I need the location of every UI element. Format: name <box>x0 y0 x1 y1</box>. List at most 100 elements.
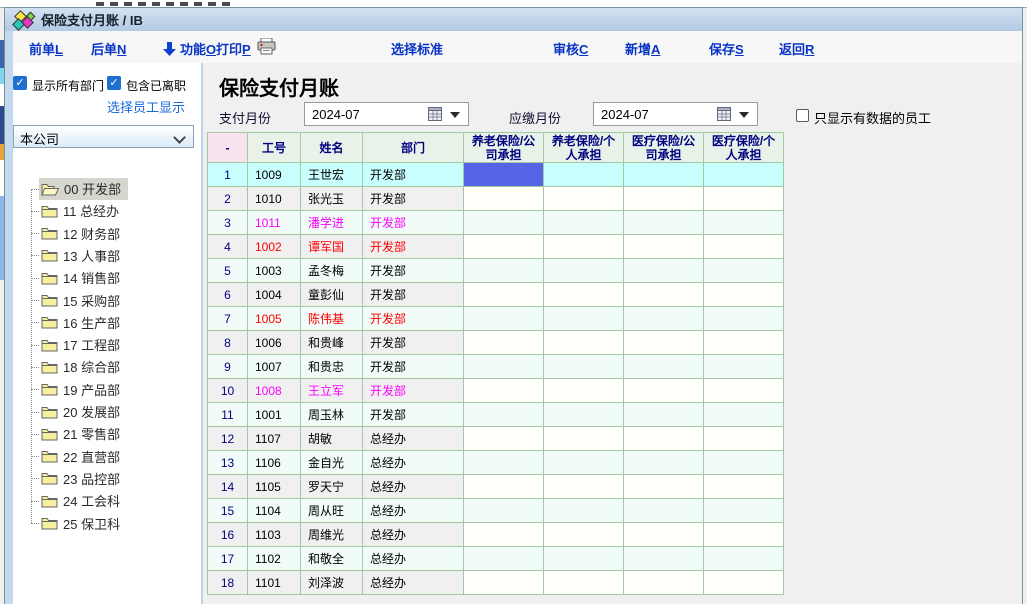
sidebar-dept-14[interactable]: 14 销售部 <box>31 267 127 289</box>
row-number-cell[interactable]: 6 <box>208 283 248 307</box>
company-dropdown[interactable]: 本公司 <box>13 125 194 148</box>
medical-company-cell[interactable] <box>624 331 704 355</box>
medical-company-cell[interactable] <box>624 211 704 235</box>
sidebar-dept-25[interactable]: 25 保卫科 <box>31 513 127 535</box>
row-number-cell[interactable]: 13 <box>208 451 248 475</box>
select-standard-button[interactable]: 选择标准 <box>391 39 443 58</box>
emp-name-cell[interactable]: 周从旺 <box>301 499 363 523</box>
row-number-cell[interactable]: 16 <box>208 523 248 547</box>
emp-id-cell[interactable]: 1007 <box>248 355 301 379</box>
row-number-cell[interactable]: 15 <box>208 499 248 523</box>
emp-name-cell[interactable]: 陈伟基 <box>301 307 363 331</box>
row-number-cell[interactable]: 2 <box>208 187 248 211</box>
dept-cell[interactable]: 开发部 <box>363 403 464 427</box>
medical-personal-cell[interactable] <box>704 403 784 427</box>
emp-id-cell[interactable]: 1106 <box>248 451 301 475</box>
toolbar-audit-button[interactable]: 审核C <box>553 39 588 58</box>
toolbar-next-doc-button[interactable]: 后单N <box>91 39 126 58</box>
pension-personal-cell[interactable] <box>544 403 624 427</box>
medical-personal-cell[interactable] <box>704 259 784 283</box>
dept-cell[interactable]: 开发部 <box>363 211 464 235</box>
row-number-cell[interactable]: 10 <box>208 379 248 403</box>
medical-company-cell[interactable] <box>624 235 704 259</box>
sidebar-dept-18[interactable]: 18 综合部 <box>31 356 127 378</box>
medical-company-cell[interactable] <box>624 427 704 451</box>
medical-personal-cell[interactable] <box>704 235 784 259</box>
sidebar-dept-22[interactable]: 22 直营部 <box>31 446 127 468</box>
pension-personal-cell[interactable] <box>544 163 624 187</box>
row-number-cell[interactable]: 5 <box>208 259 248 283</box>
medical-personal-cell[interactable] <box>704 379 784 403</box>
medical-company-cell[interactable] <box>624 187 704 211</box>
pension-company-cell[interactable] <box>464 187 544 211</box>
pension-company-cell[interactable] <box>464 259 544 283</box>
medical-personal-cell[interactable] <box>704 187 784 211</box>
pension-personal-cell[interactable] <box>544 259 624 283</box>
pension-personal-cell[interactable] <box>544 475 624 499</box>
pension-company-cell[interactable] <box>464 307 544 331</box>
toolbar-prev-doc-button[interactable]: 前单L <box>29 39 63 58</box>
dept-cell[interactable]: 开发部 <box>363 187 464 211</box>
sidebar-dept-00[interactable]: 00 开发部 <box>31 178 128 200</box>
pension-company-cell[interactable] <box>464 331 544 355</box>
pension-company-cell[interactable] <box>464 235 544 259</box>
printer-icon[interactable] <box>257 38 276 60</box>
pension-personal-cell[interactable] <box>544 355 624 379</box>
medical-company-cell[interactable] <box>624 163 704 187</box>
medical-personal-cell[interactable] <box>704 523 784 547</box>
emp-name-cell[interactable]: 谭军国 <box>301 235 363 259</box>
emp-name-cell[interactable]: 和贵忠 <box>301 355 363 379</box>
emp-id-cell[interactable]: 1008 <box>248 379 301 403</box>
sidebar-dept-11[interactable]: 11 总经办 <box>31 200 126 222</box>
medical-company-cell[interactable] <box>624 499 704 523</box>
pension-company-cell[interactable] <box>464 379 544 403</box>
toolbar-print-button[interactable]: 打印P <box>216 39 251 58</box>
pension-company-cell[interactable] <box>464 355 544 379</box>
row-number-cell[interactable]: 3 <box>208 211 248 235</box>
row-number-cell[interactable]: 14 <box>208 475 248 499</box>
pension-company-cell[interactable] <box>464 451 544 475</box>
medical-personal-cell[interactable] <box>704 283 784 307</box>
emp-name-cell[interactable]: 周玉林 <box>301 403 363 427</box>
medical-company-cell[interactable] <box>624 283 704 307</box>
sidebar-dept-13[interactable]: 13 人事部 <box>31 245 127 267</box>
medical-personal-cell[interactable] <box>704 451 784 475</box>
emp-id-cell[interactable]: 1003 <box>248 259 301 283</box>
emp-name-cell[interactable]: 刘泽波 <box>301 571 363 595</box>
medical-personal-cell[interactable] <box>704 331 784 355</box>
pension-personal-cell[interactable] <box>544 187 624 211</box>
dept-cell[interactable]: 开发部 <box>363 355 464 379</box>
dept-cell[interactable]: 总经办 <box>363 475 464 499</box>
emp-name-cell[interactable]: 童彭仙 <box>301 283 363 307</box>
emp-id-cell[interactable]: 1102 <box>248 547 301 571</box>
dept-cell[interactable]: 总经办 <box>363 499 464 523</box>
emp-id-cell[interactable]: 1006 <box>248 331 301 355</box>
dept-cell[interactable]: 开发部 <box>363 283 464 307</box>
pension-company-cell[interactable] <box>464 571 544 595</box>
dept-cell[interactable]: 总经办 <box>363 571 464 595</box>
emp-id-cell[interactable]: 1101 <box>248 571 301 595</box>
row-number-cell[interactable]: 11 <box>208 403 248 427</box>
pension-company-cell[interactable] <box>464 523 544 547</box>
sidebar-dept-23[interactable]: 23 品控部 <box>31 468 127 490</box>
sidebar-dept-15[interactable]: 15 采购部 <box>31 290 127 312</box>
medical-company-cell[interactable] <box>624 451 704 475</box>
medical-personal-cell[interactable] <box>704 211 784 235</box>
medical-personal-cell[interactable] <box>704 355 784 379</box>
medical-personal-cell[interactable] <box>704 499 784 523</box>
pension-company-cell[interactable] <box>464 211 544 235</box>
sidebar-dept-21[interactable]: 21 零售部 <box>31 423 127 445</box>
include-resigned-checkbox[interactable]: ✓ <box>107 76 121 90</box>
sidebar-dept-20[interactable]: 20 发展部 <box>31 401 127 423</box>
due-month-picker[interactable]: 2024-07 <box>593 102 758 126</box>
dept-cell[interactable]: 开发部 <box>363 379 464 403</box>
medical-company-cell[interactable] <box>624 379 704 403</box>
medical-company-cell[interactable] <box>624 547 704 571</box>
medical-personal-cell[interactable] <box>704 427 784 451</box>
only-with-data-checkbox[interactable] <box>796 109 809 122</box>
row-number-cell[interactable]: 4 <box>208 235 248 259</box>
pension-personal-cell[interactable] <box>544 523 624 547</box>
pension-personal-cell[interactable] <box>544 211 624 235</box>
pension-personal-cell[interactable] <box>544 235 624 259</box>
dept-cell[interactable]: 开发部 <box>363 307 464 331</box>
